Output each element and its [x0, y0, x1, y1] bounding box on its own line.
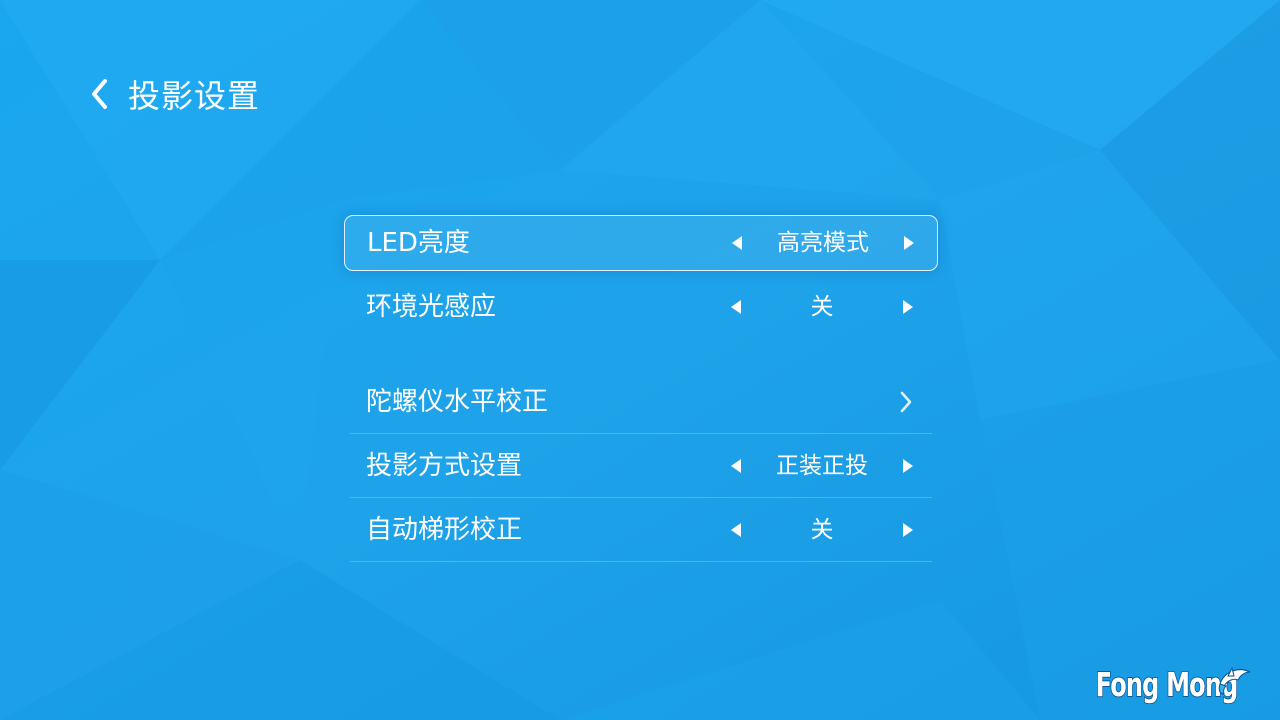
- triangle-right-icon: [903, 523, 913, 537]
- next-option-button[interactable]: [897, 231, 921, 255]
- page-title: 投影设置: [128, 77, 261, 115]
- triangle-right-icon: [903, 459, 913, 473]
- back-button[interactable]: [88, 74, 118, 114]
- previous-option-button[interactable]: [725, 231, 749, 255]
- row-divider: [350, 497, 932, 498]
- option-value: 正装正投: [776, 453, 868, 479]
- row-divider: [350, 561, 932, 562]
- menu-item-auto-keystone[interactable]: 自动梯形校正 关: [344, 502, 938, 562]
- menu-item-ambient-light[interactable]: 环境光感应 关: [344, 279, 938, 335]
- menu-item-led-brightness[interactable]: LED亮度 高亮模式: [344, 215, 938, 271]
- row-divider: [350, 433, 932, 434]
- option-value: 关: [810, 517, 834, 543]
- triangle-right-icon: [903, 300, 913, 314]
- brand-logo: Fong Mong: [1095, 664, 1251, 704]
- menu-item-label: 陀螺仪水平校正: [366, 387, 549, 417]
- triangle-left-icon: [731, 300, 741, 314]
- menu-item-label: 投影方式设置: [366, 451, 523, 481]
- value-selector: 关: [724, 279, 920, 335]
- triangle-left-icon: [731, 523, 741, 537]
- next-option-button[interactable]: [896, 295, 920, 319]
- menu-item-label: LED亮度: [367, 228, 470, 258]
- header: 投影设置: [88, 70, 260, 118]
- triangle-right-icon: [904, 236, 914, 250]
- menu-item-gyroscope-correction[interactable]: 陀螺仪水平校正: [344, 374, 938, 434]
- value-selector: 正装正投: [724, 438, 920, 494]
- value-selector: 关: [724, 502, 920, 558]
- next-option-button[interactable]: [896, 454, 920, 478]
- value-selector: 高亮模式: [725, 215, 921, 271]
- menu-item-label: 环境光感应: [366, 292, 497, 322]
- triangle-left-icon: [731, 459, 741, 473]
- chevron-right-icon: [894, 374, 918, 430]
- svg-text:Fong Mong: Fong Mong: [1096, 665, 1238, 704]
- menu-item-projection-mode[interactable]: 投影方式设置 正装正投: [344, 438, 938, 498]
- option-value: 关: [810, 294, 834, 320]
- next-option-button[interactable]: [896, 518, 920, 542]
- previous-option-button[interactable]: [724, 454, 748, 478]
- settings-menu: LED亮度 高亮模式 环境光感应 关 陀螺仪水平校正 投影方式设置 正装正投 自…: [344, 215, 938, 562]
- previous-option-button[interactable]: [724, 295, 748, 319]
- chevron-left-icon: [92, 79, 107, 109]
- option-value: 高亮模式: [777, 230, 869, 256]
- menu-item-label: 自动梯形校正: [366, 515, 523, 545]
- triangle-left-icon: [732, 236, 742, 250]
- previous-option-button[interactable]: [724, 518, 748, 542]
